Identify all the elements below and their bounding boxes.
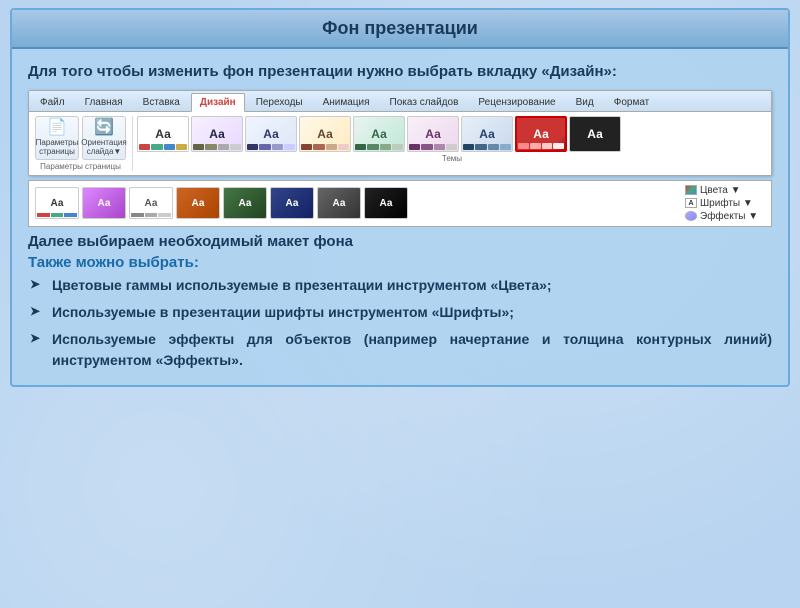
second-ribbon-themes: Аа Аа Аа Аа Аа [35,187,674,219]
further-text: Далее выбираем необходимый макет фона [28,233,772,250]
bullet-item-2: Используемые в презентации шрифты инстру… [28,302,772,323]
tab-view[interactable]: Вид [567,93,603,111]
page-title: Фон презентации [12,10,788,49]
theme-grid: Аа Аа [137,116,767,152]
orientation-btn[interactable]: 🔄 Ориентация слайда▼ [82,116,126,160]
page-setup-icons: 📄 Параметры страницы 🔄 Ориентация слайда… [35,116,126,160]
tab-transitions[interactable]: Переходы [247,93,312,111]
tab-design[interactable]: Дизайн [191,93,245,112]
theme-2[interactable]: Аа [191,116,243,152]
sr-theme-8[interactable]: Аа [364,187,408,219]
ribbon-body: 📄 Параметры страницы 🔄 Ориентация слайда… [29,112,771,175]
ribbon-container: Файл Главная Вставка Дизайн Переходы Ани… [28,90,772,176]
tab-format[interactable]: Формат [605,93,659,111]
tab-insert[interactable]: Вставка [134,93,189,111]
colors-option[interactable]: Цвета ▼ [685,185,765,196]
theme-8[interactable]: Аа [515,116,567,152]
content-area: Для того чтобы изменить фон презентации … [12,49,788,385]
tab-home[interactable]: Главная [76,93,132,111]
tab-file[interactable]: Файл [31,93,74,111]
page-setup-group: 📄 Параметры страницы 🔄 Ориентация слайда… [33,116,133,171]
sr-theme-5[interactable]: Аа [223,187,267,219]
page-setup-label: Параметры страницы [40,162,121,171]
bullet-item-3: Используемые эффекты для объектов (напри… [28,329,772,371]
bullet-list: Цветовые гаммы используемые в презентаци… [28,275,772,371]
themes-label: Темы [137,154,767,163]
sr-theme-4[interactable]: Аа [176,187,220,219]
themes-group: Аа Аа [137,116,767,163]
sr-theme-7[interactable]: Аа [317,187,361,219]
fonts-option[interactable]: A Шрифты ▼ [685,198,765,209]
theme-3[interactable]: Аа [245,116,297,152]
sr-theme-6[interactable]: Аа [270,187,314,219]
tab-animation[interactable]: Анимация [314,93,379,111]
design-panel: Цвета ▼ A Шрифты ▼ Эффекты ▼ [685,185,765,222]
also-label: Также можно выбрать: [28,254,772,271]
theme-6[interactable]: Аа [407,116,459,152]
theme-5[interactable]: Аа [353,116,405,152]
sr-theme-2[interactable]: Аа [82,187,126,219]
theme-1[interactable]: Аа [137,116,189,152]
ribbon-tabs: Файл Главная Вставка Дизайн Переходы Ани… [29,91,771,112]
intro-paragraph: Для того чтобы изменить фон презентации … [28,61,772,84]
theme-7[interactable]: Аа [461,116,513,152]
sr-theme-1[interactable]: Аа [35,187,79,219]
page-params-btn[interactable]: 📄 Параметры страницы [35,116,79,160]
main-container: Фон презентации Для того чтобы изменить … [10,8,790,387]
second-ribbon: Аа Аа Аа Аа Аа [28,180,772,227]
sr-theme-3[interactable]: Аа [129,187,173,219]
bullet-item-1: Цветовые гаммы используемые в презентаци… [28,275,772,296]
theme-4[interactable]: Аа [299,116,351,152]
effects-option[interactable]: Эффекты ▼ [685,211,765,222]
theme-9[interactable]: Аа [569,116,621,152]
tab-review[interactable]: Рецензирование [469,93,564,111]
tab-slideshow[interactable]: Показ слайдов [381,93,468,111]
